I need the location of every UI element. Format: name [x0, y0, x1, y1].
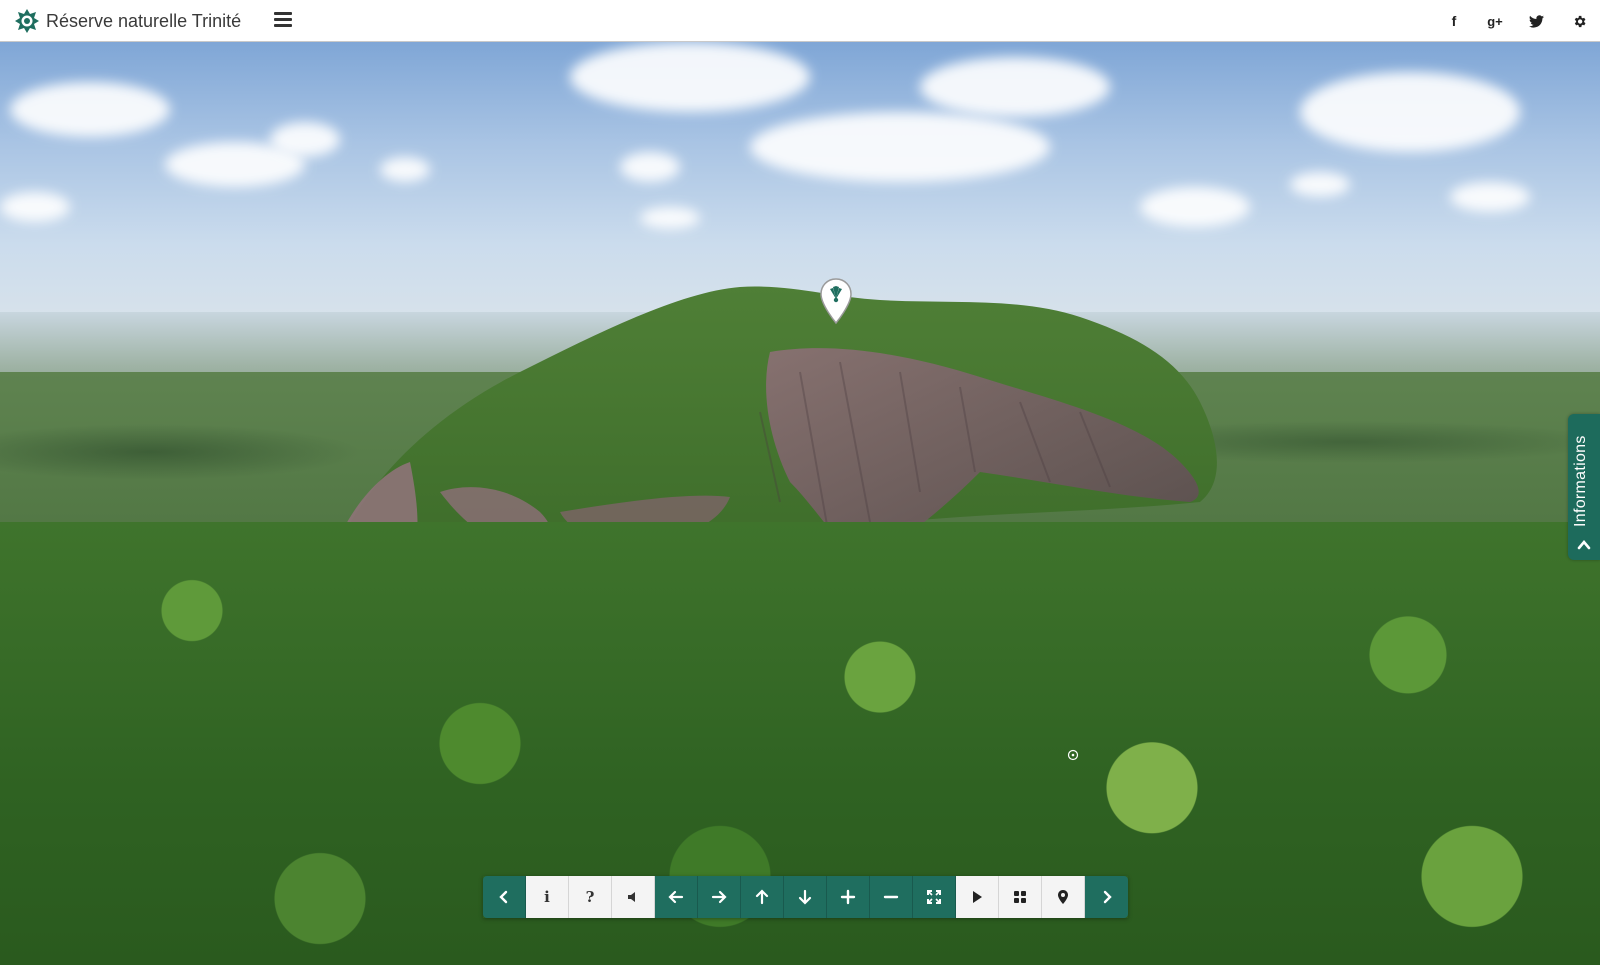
- arrow-left-icon: [668, 890, 684, 904]
- informations-panel-tab[interactable]: Informations: [1568, 414, 1600, 560]
- arrow-right-icon: [711, 890, 727, 904]
- informations-label: Informations: [1572, 435, 1589, 528]
- next-button[interactable]: [1085, 876, 1128, 918]
- zoom-in-button[interactable]: [827, 876, 870, 918]
- twitter-icon[interactable]: [1527, 10, 1545, 32]
- pan-down-button[interactable]: [784, 876, 827, 918]
- pan-left-button[interactable]: [655, 876, 698, 918]
- pan-right-button[interactable]: [698, 876, 741, 918]
- play-icon: [973, 891, 982, 903]
- fullscreen-button[interactable]: [913, 876, 956, 918]
- sound-button[interactable]: [612, 876, 655, 918]
- chevron-left-icon: [499, 890, 508, 904]
- fullscreen-icon: [927, 890, 941, 904]
- chevron-right-icon: [1103, 890, 1112, 904]
- brand[interactable]: Réserve naturelle Trinité: [14, 7, 241, 35]
- facebook-glyph: f: [1451, 13, 1457, 29]
- grid-icon: [1014, 891, 1026, 903]
- hamburger-menu-icon[interactable]: [274, 12, 292, 28]
- top-bar: Réserve naturelle Trinité f g+: [0, 0, 1600, 42]
- cursor-crosshair-icon: [1067, 748, 1079, 761]
- reserve-logo-icon: [15, 9, 39, 33]
- info-button[interactable]: i: [526, 876, 569, 918]
- chevron-up-icon: [1577, 539, 1591, 550]
- map-marker-icon: [1058, 890, 1068, 904]
- help-button[interactable]: ?: [569, 876, 612, 918]
- zoom-out-button[interactable]: [870, 876, 913, 918]
- autoplay-button[interactable]: [956, 876, 999, 918]
- viewer-toolbar: i ?: [483, 876, 1128, 918]
- facebook-icon[interactable]: f: [1446, 10, 1462, 32]
- arrow-down-icon: [798, 889, 812, 905]
- panorama-view[interactable]: [0, 42, 1600, 965]
- map-pin-palm-icon[interactable]: [819, 277, 853, 325]
- minus-icon: [883, 895, 899, 899]
- site-title: Réserve naturelle Trinité: [46, 10, 242, 31]
- settings-gear-icon[interactable]: [1570, 10, 1588, 32]
- pan-up-button[interactable]: [741, 876, 784, 918]
- arrow-up-icon: [755, 889, 769, 905]
- thumbnails-button[interactable]: [999, 876, 1042, 918]
- speaker-mute-icon: [628, 892, 635, 902]
- question-icon: ?: [585, 888, 595, 906]
- plus-icon: [840, 889, 856, 905]
- google-plus-glyph: g+: [1487, 13, 1503, 29]
- google-plus-icon[interactable]: g+: [1484, 10, 1506, 32]
- map-button[interactable]: [1042, 876, 1085, 918]
- previous-button[interactable]: [483, 876, 526, 918]
- info-icon: i: [544, 888, 550, 906]
